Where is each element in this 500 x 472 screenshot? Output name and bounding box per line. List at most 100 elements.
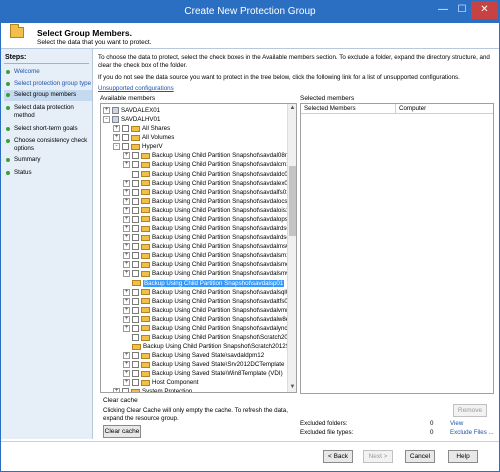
expand-icon[interactable]: + [113, 388, 120, 392]
expand-icon[interactable]: + [123, 288, 130, 296]
tree-node[interactable]: + Backup Using Child Partition Snapshot\s… [123, 215, 295, 224]
tree-node-checkbox[interactable] [132, 297, 139, 305]
expand-icon[interactable]: + [123, 352, 130, 360]
tree-node[interactable]: Backup Using Child Partition Snapshot\sa… [123, 170, 291, 179]
expand-icon[interactable]: + [123, 306, 130, 314]
expand-icon[interactable]: + [103, 107, 110, 114]
tree-node-checkbox[interactable] [132, 379, 139, 387]
tree-node-checkbox[interactable] [132, 234, 139, 242]
tree-node-checkbox[interactable] [122, 388, 129, 392]
column-header-selected-members[interactable]: Selected Members [301, 104, 396, 114]
expand-icon[interactable]: + [123, 152, 130, 160]
remove-button[interactable]: Remove [453, 404, 487, 417]
tree-node[interactable]: Backup Using Child Partition Snapshot\Sc… [123, 333, 295, 342]
tree-node[interactable]: + Backup Using Child Partition Snapshot\s… [123, 151, 290, 160]
expand-icon[interactable]: + [123, 188, 130, 196]
tree-node-checkbox[interactable] [132, 152, 139, 160]
tree-node-checkbox[interactable] [132, 315, 139, 323]
tree-node[interactable]: + Backup Using Child Partition Snapshot\s… [123, 324, 294, 333]
exclude-files-link[interactable]: Exclude Files ... [450, 429, 494, 436]
expand-icon[interactable]: + [123, 270, 130, 278]
expand-icon[interactable]: + [123, 261, 130, 269]
step-select-protection-group-type[interactable]: Select protection group type [6, 80, 92, 88]
tree-node-checkbox[interactable] [132, 270, 139, 278]
tree-node[interactable]: + All Volumes [113, 133, 174, 142]
clear-cache-button[interactable]: Clear cache [103, 425, 141, 438]
tree-node[interactable]: + Backup Using Child Partition Snapshot\s… [123, 260, 296, 269]
next-button[interactable]: Next > [363, 450, 393, 463]
tree-node-checkbox[interactable] [132, 361, 139, 369]
step-consistency-check-options[interactable]: Choose consistency check options [6, 137, 92, 153]
tree-node-checkbox[interactable] [132, 215, 139, 223]
scroll-up-arrow-icon[interactable]: ▲ [289, 105, 296, 112]
step-summary[interactable]: Summary [6, 156, 92, 164]
expand-icon[interactable]: + [123, 370, 130, 378]
step-welcome[interactable]: Welcome [6, 68, 92, 76]
view-excluded-folders-link[interactable]: View [450, 420, 463, 427]
cancel-button[interactable]: Cancel [405, 450, 435, 463]
tree-node-checkbox[interactable] [132, 170, 139, 178]
expand-icon[interactable]: + [123, 324, 130, 332]
available-members-tree[interactable]: + SAVDALEX01 - SAVDALHV01 + All Shares + All Vo… [100, 103, 297, 393]
tree-node-checkbox[interactable] [122, 125, 129, 133]
tree-node[interactable]: - SAVDALHV01 [103, 115, 160, 124]
tree-node[interactable]: + Backup Using Child Partition Snapshot\s… [123, 315, 296, 324]
close-button[interactable]: ✕ [471, 1, 498, 19]
tree-node[interactable]: + Backup Using Child Partition Snapshot\s… [123, 269, 296, 278]
tree-node[interactable]: + Backup Using Child Partition Snapshot\s… [123, 197, 294, 206]
tree-node[interactable]: + Backup Using Child Partition Snapshot\s… [123, 288, 293, 297]
step-select-data-protection-method[interactable]: Select data protection method [6, 104, 92, 120]
tree-node-checkbox[interactable] [132, 243, 139, 251]
tree-node[interactable]: + Backup Using Saved State\Win8Template (… [123, 369, 283, 378]
expand-icon[interactable]: + [123, 206, 130, 214]
tree-node[interactable]: + Backup Using Child Partition Snapshot\s… [123, 242, 293, 251]
expand-icon[interactable]: + [123, 297, 130, 305]
back-button[interactable]: < Back [323, 450, 353, 463]
tree-node-checkbox[interactable] [122, 134, 129, 142]
tree-node[interactable]: + Backup Using Child Partition Snapshot\s… [123, 179, 291, 188]
tree-node[interactable]: + Backup Using Saved State\savdaldpm12 [123, 351, 264, 360]
tree-node[interactable]: + Backup Using Child Partition Snapshot\s… [123, 160, 293, 169]
expand-icon[interactable]: + [123, 315, 130, 323]
tree-node-checkbox[interactable] [132, 306, 139, 314]
tree-scrollbar[interactable]: ▲ ▼ [287, 104, 296, 392]
tree-node-checkbox[interactable] [132, 188, 139, 196]
tree-node[interactable]: + Backup Using Saved State\Srv2012DCTempl… [123, 360, 284, 369]
tree-node[interactable]: + All Shares [113, 124, 170, 133]
scroll-down-arrow-icon[interactable]: ▼ [289, 384, 296, 391]
tree-node[interactable]: + Host Component [123, 378, 198, 387]
tree-node[interactable]: - HyperV [113, 142, 163, 151]
tree-node[interactable]: + System Protection [113, 387, 192, 392]
tree-node-checkbox[interactable] [132, 324, 139, 332]
expand-icon[interactable]: + [123, 234, 130, 242]
scroll-thumb[interactable] [289, 166, 296, 236]
selected-members-list[interactable]: Selected Members Computer [300, 103, 494, 394]
help-button[interactable]: Help [448, 450, 478, 463]
tree-node-checkbox[interactable] [132, 179, 139, 187]
tree-node-checkbox[interactable] [132, 225, 139, 233]
expand-icon[interactable]: + [123, 379, 130, 387]
expand-icon[interactable]: + [113, 134, 120, 142]
tree-node-checkbox[interactable] [132, 206, 139, 214]
tree-node-checkbox[interactable] [122, 143, 129, 151]
tree-node-checkbox[interactable] [132, 252, 139, 260]
tree-node-checkbox[interactable] [132, 334, 139, 341]
step-select-group-members[interactable]: Select group members [4, 90, 92, 101]
tree-node-checkbox[interactable] [132, 161, 139, 169]
collapse-icon[interactable]: - [103, 116, 110, 124]
expand-icon[interactable]: + [123, 215, 130, 223]
tree-node-checkbox[interactable] [132, 288, 139, 296]
tree-node-checkbox[interactable] [132, 197, 139, 205]
step-status[interactable]: Status [6, 169, 92, 177]
expand-icon[interactable]: + [123, 197, 130, 205]
tree-node[interactable]: + Backup Using Child Partition Snapshot\s… [123, 206, 293, 215]
column-header-computer[interactable]: Computer [396, 104, 493, 114]
tree-node[interactable]: + Backup Using Child Partition Snapshot\s… [123, 224, 293, 233]
tree-node-checkbox[interactable] [132, 352, 139, 360]
expand-icon[interactable]: + [123, 225, 130, 233]
expand-icon[interactable]: + [113, 125, 120, 133]
tree-node[interactable]: + Backup Using Child Partition Snapshot\s… [123, 233, 294, 242]
tree-node[interactable]: + Backup Using Child Partition Snapshot\s… [123, 251, 293, 260]
expand-icon[interactable]: + [123, 252, 130, 260]
expand-icon[interactable]: + [123, 361, 130, 369]
